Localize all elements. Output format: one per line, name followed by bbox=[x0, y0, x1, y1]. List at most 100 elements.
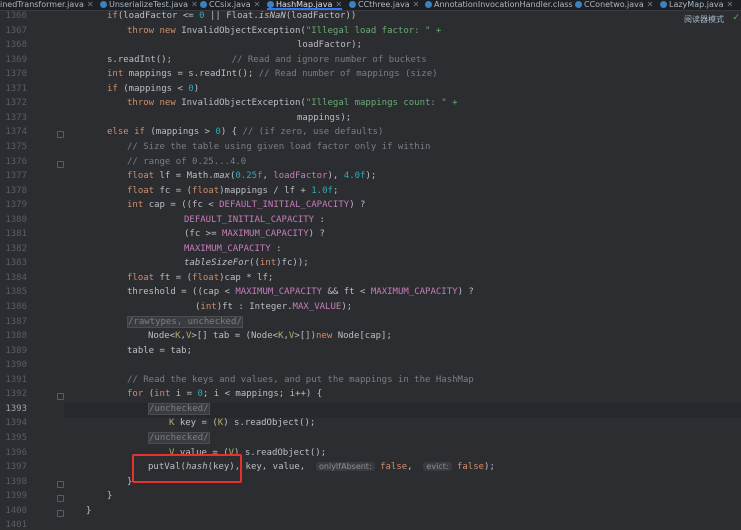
line-number: 1387 bbox=[5, 316, 27, 327]
close-icon[interactable]: ✕ bbox=[413, 0, 420, 9]
line-number: 1398 bbox=[5, 476, 27, 487]
code-line[interactable]: if(loadFactor <= 0 || Float.isNaN(loadFa… bbox=[107, 11, 356, 21]
code-line[interactable]: table = tab; bbox=[127, 346, 192, 356]
code-token: ) { bbox=[220, 127, 243, 138]
code-line[interactable]: loadFactor); bbox=[297, 40, 362, 50]
fold-marker-icon[interactable] bbox=[57, 480, 64, 488]
code-token: )mappings / lf + bbox=[219, 185, 312, 196]
line-number: 1395 bbox=[5, 432, 27, 443]
code-line[interactable]: (fc >= MAXIMUM_CAPACITY) ? bbox=[184, 229, 325, 239]
tab-cconetwo[interactable]: CConetwo.java ✕ bbox=[575, 0, 654, 10]
code-token: Node[cap]; bbox=[337, 331, 392, 342]
code-token: >[] tab = (Node< bbox=[191, 331, 279, 342]
close-icon[interactable]: ✕ bbox=[647, 0, 654, 9]
code-token: false bbox=[456, 462, 485, 473]
code-token: int bbox=[200, 302, 217, 312]
code-line[interactable]: tableSizeFor((int)fc)); bbox=[184, 258, 309, 268]
code-token: DEFAULT_INITIAL_CAPACITY bbox=[219, 200, 350, 211]
line-number: 1393 bbox=[5, 403, 27, 414]
tab-hashmap[interactable]: HashMap.java ✕ bbox=[267, 0, 343, 10]
code-token: ), bbox=[327, 171, 344, 182]
code-editor[interactable]: if(loadFactor <= 0 || Float.isNaN(loadFa… bbox=[64, 11, 741, 529]
code-line[interactable]: s.readInt(); // Read and ignore number o… bbox=[107, 55, 427, 65]
java-class-icon bbox=[660, 1, 667, 8]
code-line[interactable]: } bbox=[86, 506, 91, 516]
tab-annotation-invocation-handler[interactable]: AnnotationInvocationHandler.class✕ bbox=[425, 0, 582, 10]
line-number: 1394 bbox=[5, 418, 27, 429]
code-line[interactable]: float lf = Math.max(0.25f, loadFactor), … bbox=[127, 171, 376, 181]
fold-marker-icon[interactable] bbox=[57, 393, 64, 401]
code-line[interactable]: /unchecked/ bbox=[148, 402, 210, 415]
code-token: (fc >= bbox=[184, 229, 222, 240]
code-token: ); bbox=[365, 171, 377, 182]
code-line[interactable]: // Read the keys and values, and put the… bbox=[127, 375, 474, 385]
code-line[interactable]: // Size the table using given load facto… bbox=[127, 142, 430, 152]
code-line[interactable]: // range of 0.25...4.0 bbox=[127, 157, 246, 167]
code-token: // Read number of mappings (size) bbox=[258, 69, 438, 80]
code-line[interactable]: if (mappings < 0) bbox=[107, 84, 199, 94]
code-line[interactable]: threshold = ((cap < MAXIMUM_CAPACITY && … bbox=[127, 287, 474, 297]
close-icon[interactable]: ✕ bbox=[254, 0, 261, 9]
code-token: 4.0f bbox=[343, 171, 366, 182]
line-number: 1400 bbox=[5, 505, 27, 516]
tab-instantiated-transformer[interactable]: inedTransformer.java ✕ bbox=[0, 0, 94, 10]
code-line[interactable]: throw new InvalidObjectException("Illega… bbox=[127, 98, 458, 108]
line-number: 1371 bbox=[5, 83, 27, 94]
code-line[interactable]: } bbox=[107, 491, 112, 501]
tab-label: LazyMap.java bbox=[669, 0, 724, 9]
code-line[interactable]: throw new InvalidObjectException("Illega… bbox=[127, 26, 441, 36]
code-token: ft = ( bbox=[159, 272, 193, 283]
code-token: ) s.readObject(); bbox=[223, 418, 316, 429]
line-number: 1378 bbox=[5, 185, 27, 196]
code-token: key = ( bbox=[174, 418, 218, 429]
code-line[interactable]: for (int i = 0; i < mappings; i++) { bbox=[127, 389, 322, 399]
code-line[interactable]: float ft = (float)cap * lf; bbox=[127, 273, 273, 283]
code-token: else if bbox=[107, 127, 151, 138]
code-line[interactable]: int cap = ((fc < DEFAULT_INITIAL_CAPACIT… bbox=[127, 200, 365, 210]
code-token: ) ? bbox=[349, 200, 366, 211]
fold-marker-icon[interactable] bbox=[57, 495, 64, 503]
tab-label: CCsix.java bbox=[209, 0, 251, 9]
code-line[interactable]: int mappings = s.readInt(); // Read numb… bbox=[107, 69, 438, 79]
line-number: 1372 bbox=[5, 98, 27, 109]
close-icon[interactable]: ✕ bbox=[335, 0, 342, 9]
close-icon[interactable]: ✕ bbox=[726, 0, 733, 9]
code-token: ) ? bbox=[308, 229, 325, 240]
code-line[interactable]: K key = (K) s.readObject(); bbox=[169, 418, 315, 428]
close-icon[interactable]: ✕ bbox=[191, 0, 198, 9]
code-token: MAXIMUM_CAPACITY bbox=[184, 243, 271, 254]
code-line[interactable]: DEFAULT_INITIAL_CAPACITY : bbox=[184, 215, 325, 225]
tab-ccsix[interactable]: CCsix.java ✕ bbox=[200, 0, 260, 10]
editor-tab-bar: inedTransformer.java ✕ UnserializeTest.ja… bbox=[0, 0, 741, 11]
code-token: loadFactor bbox=[123, 11, 178, 21]
line-number: 1374 bbox=[5, 127, 27, 138]
code-line[interactable]: mappings); bbox=[297, 113, 351, 123]
tab-ccthree[interactable]: CCthree.java ✕ bbox=[349, 0, 419, 10]
java-class-icon bbox=[349, 1, 356, 8]
code-line[interactable]: float fc = (float)mappings / lf + 1.0f; bbox=[127, 186, 338, 196]
code-token: table = tab; bbox=[127, 345, 193, 356]
tab-label: HashMap.java bbox=[276, 0, 333, 9]
fold-marker-icon[interactable] bbox=[57, 509, 64, 517]
code-line[interactable]: (int)ft : Integer.MAX_VALUE); bbox=[195, 302, 352, 312]
code-token: InvalidObjectException( bbox=[181, 25, 306, 36]
tab-unserialize-test[interactable]: UnserializeTest.java ✕ bbox=[100, 0, 198, 10]
fold-marker-icon[interactable] bbox=[57, 131, 64, 139]
code-token: } bbox=[86, 505, 92, 516]
code-line[interactable]: /rawtypes, unchecked/ bbox=[127, 315, 243, 328]
code-line[interactable]: else if (mappings > 0) { // (if zero, us… bbox=[107, 127, 383, 137]
java-class-icon bbox=[200, 1, 207, 8]
code-token: false bbox=[380, 462, 408, 473]
line-number: 1381 bbox=[5, 229, 27, 240]
code-token: lf = Math. bbox=[159, 171, 214, 182]
code-token: throw new bbox=[127, 98, 182, 109]
close-icon[interactable]: ✕ bbox=[87, 0, 94, 9]
fold-marker-icon[interactable] bbox=[57, 160, 64, 168]
tab-label: CCthree.java bbox=[358, 0, 410, 9]
tab-lazymap[interactable]: LazyMap.java ✕ bbox=[660, 0, 733, 10]
code-line[interactable]: Node<K,V>[] tab = (Node<K,V>[])new Node[… bbox=[148, 331, 392, 341]
line-number: 1396 bbox=[5, 447, 27, 458]
code-line[interactable]: /unchecked/ bbox=[148, 431, 210, 444]
code-line[interactable]: MAXIMUM_CAPACITY : bbox=[184, 244, 282, 254]
tab-label: inedTransformer.java bbox=[0, 0, 84, 9]
